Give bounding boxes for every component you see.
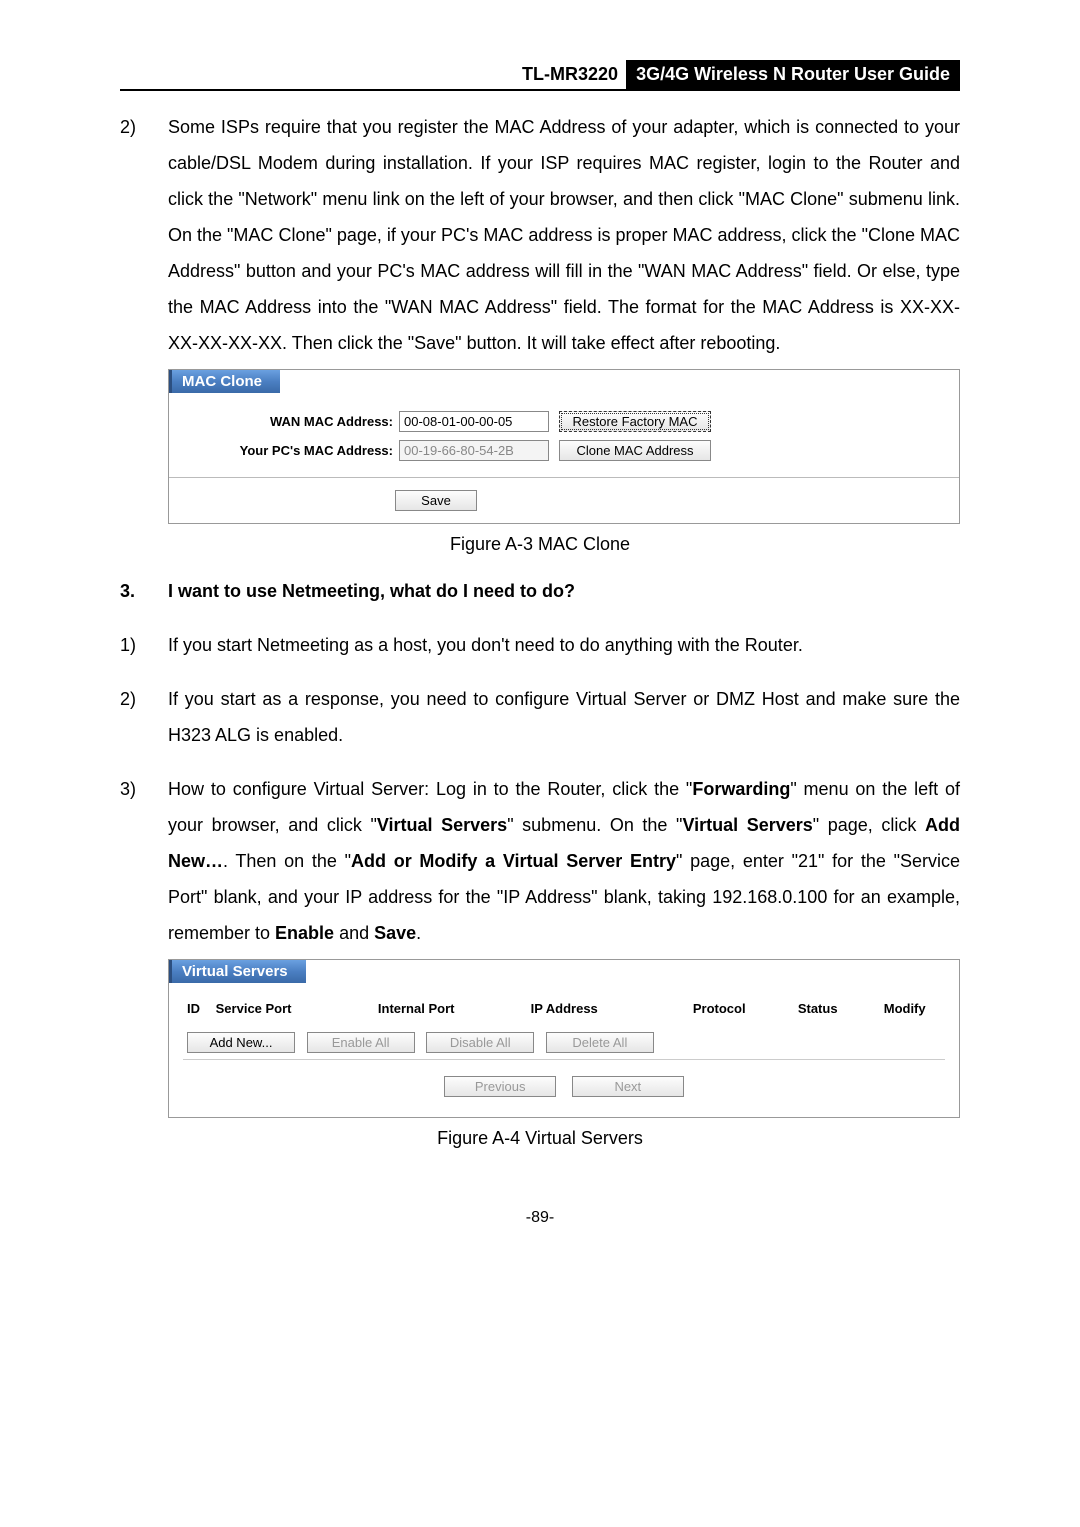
bold-save: Save: [374, 923, 416, 943]
pc-mac-input: [399, 440, 549, 461]
enable-all-button[interactable]: Enable All: [307, 1032, 415, 1053]
list-number: 2): [120, 681, 168, 753]
bold-virtual-servers: Virtual Servers: [377, 815, 507, 835]
add-new-button[interactable]: Add New...: [187, 1032, 295, 1053]
question-3: 3. I want to use Netmeeting, what do I n…: [120, 573, 960, 609]
answer-3-2: 2) If you start as a response, you need …: [120, 681, 960, 753]
answer-3-3: 3) How to configure Virtual Server: Log …: [120, 771, 960, 951]
virtual-servers-columns: ID Service Port Internal Port IP Address…: [183, 1001, 945, 1026]
col-service-port: Service Port: [216, 1001, 378, 1016]
pc-mac-label: Your PC's MAC Address:: [183, 443, 399, 458]
paragraph-isp-mac: 2) Some ISPs require that you register t…: [120, 109, 960, 361]
restore-factory-mac-button[interactable]: Restore Factory MAC: [559, 411, 711, 432]
next-button[interactable]: Next: [572, 1076, 684, 1097]
mac-clone-title: MAC Clone: [169, 370, 280, 393]
col-internal-port: Internal Port: [378, 1001, 531, 1016]
bold-forwarding: Forwarding: [692, 779, 790, 799]
wan-mac-label: WAN MAC Address:: [183, 414, 399, 429]
answer-text: If you start Netmeeting as a host, you d…: [168, 627, 960, 663]
paragraph-text: Some ISPs require that you register the …: [168, 109, 960, 361]
text-seg: How to configure Virtual Server: Log in …: [168, 779, 692, 799]
answer-text: How to configure Virtual Server: Log in …: [168, 771, 960, 951]
list-number: 2): [120, 109, 168, 361]
col-ip-address: IP Address: [531, 1001, 693, 1016]
bold-add-modify: Add or Modify a Virtual Server Entry: [351, 851, 676, 871]
clone-mac-address-button[interactable]: Clone MAC Address: [559, 440, 711, 461]
save-button[interactable]: Save: [395, 490, 477, 511]
answer-text: If you start as a response, you need to …: [168, 681, 960, 753]
col-id: ID: [187, 1001, 216, 1016]
figure-a4-caption: Figure A-4 Virtual Servers: [120, 1128, 960, 1149]
figure-a3-caption: Figure A-3 MAC Clone: [120, 534, 960, 555]
list-number: 3.: [120, 573, 168, 609]
previous-button[interactable]: Previous: [444, 1076, 556, 1097]
col-status: Status: [798, 1001, 884, 1016]
col-modify: Modify: [884, 1001, 941, 1016]
header-model: TL-MR3220: [522, 60, 626, 89]
page-header: TL-MR3220 3G/4G Wireless N Router User G…: [120, 60, 960, 91]
mac-clone-panel: MAC Clone WAN MAC Address: Restore Facto…: [168, 369, 960, 524]
col-protocol: Protocol: [693, 1001, 798, 1016]
wan-mac-input[interactable]: [399, 411, 549, 432]
disable-all-button[interactable]: Disable All: [426, 1032, 534, 1053]
delete-all-button[interactable]: Delete All: [546, 1032, 654, 1053]
virtual-servers-panel: Virtual Servers ID Service Port Internal…: [168, 959, 960, 1118]
text-seg: .: [416, 923, 421, 943]
bold-virtual-servers-2: Virtual Servers: [682, 815, 812, 835]
answer-3-1: 1) If you start Netmeeting as a host, yo…: [120, 627, 960, 663]
question-text: I want to use Netmeeting, what do I need…: [168, 573, 960, 609]
text-seg: " submenu. On the ": [507, 815, 682, 835]
text-seg: . Then on the ": [223, 851, 351, 871]
virtual-servers-title: Virtual Servers: [169, 960, 306, 983]
text-seg: " page, click: [813, 815, 925, 835]
list-number: 3): [120, 771, 168, 951]
header-guide: 3G/4G Wireless N Router User Guide: [626, 60, 960, 89]
list-number: 1): [120, 627, 168, 663]
bold-enable: Enable: [275, 923, 334, 943]
text-seg: and: [334, 923, 374, 943]
page-number: -89-: [120, 1209, 960, 1227]
